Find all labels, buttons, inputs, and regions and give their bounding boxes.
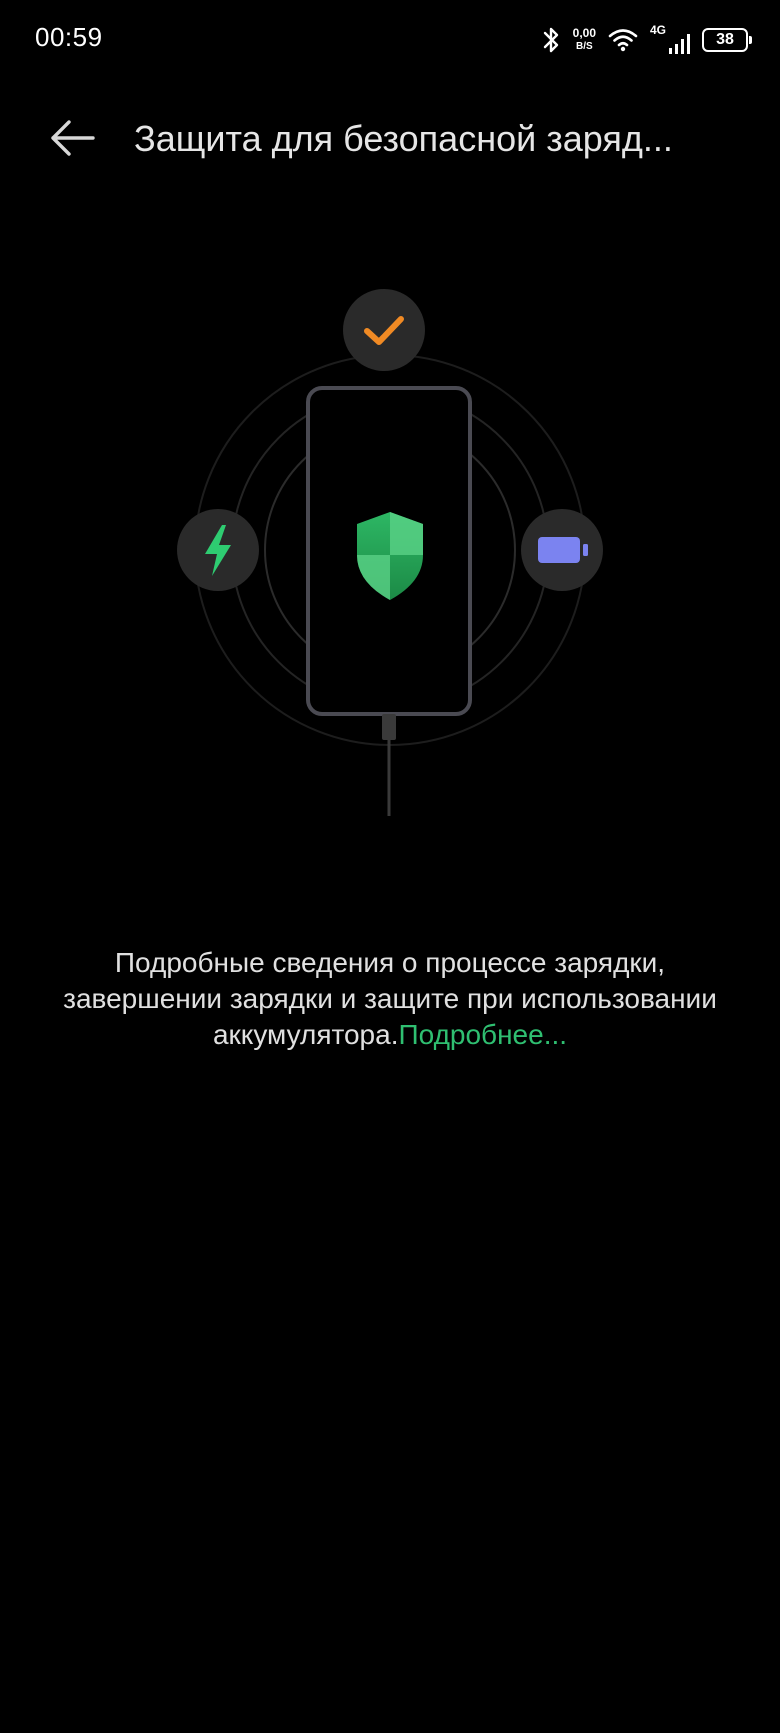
battery-badge: [521, 509, 603, 591]
cable-icon: [382, 714, 396, 816]
learn-more-link[interactable]: Подробнее...: [398, 1019, 567, 1050]
status-bar: 00:59 0,00 B/S 4G 38: [0, 0, 780, 80]
check-badge: [343, 289, 425, 371]
header: Защита для безопасной заряд...: [0, 100, 780, 180]
bluetooth-icon: [541, 26, 561, 54]
network-speed: 0,00 B/S: [573, 27, 596, 53]
arrow-left-icon: [47, 118, 97, 163]
lightning-badge: [177, 509, 259, 591]
back-button[interactable]: [42, 116, 102, 164]
network-type: 4G: [650, 23, 667, 37]
network-speed-unit: B/S: [575, 41, 593, 52]
page-title: Защита для безопасной заряд...: [134, 118, 673, 159]
status-icons: 0,00 B/S 4G 38: [541, 20, 752, 60]
network-speed-value: 0,00: [572, 26, 596, 40]
wifi-icon: [608, 28, 638, 52]
description-text: Подробные сведения о процессе зарядки, з…: [63, 947, 717, 1050]
status-time: 00:59: [35, 22, 103, 52]
battery-icon: 38: [702, 28, 752, 52]
battery-level: 38: [716, 31, 734, 48]
signal-icon: 4G: [650, 23, 690, 55]
charging-protection-illustration: [160, 280, 620, 830]
description: Подробные сведения о процессе зарядки, з…: [60, 945, 720, 1053]
